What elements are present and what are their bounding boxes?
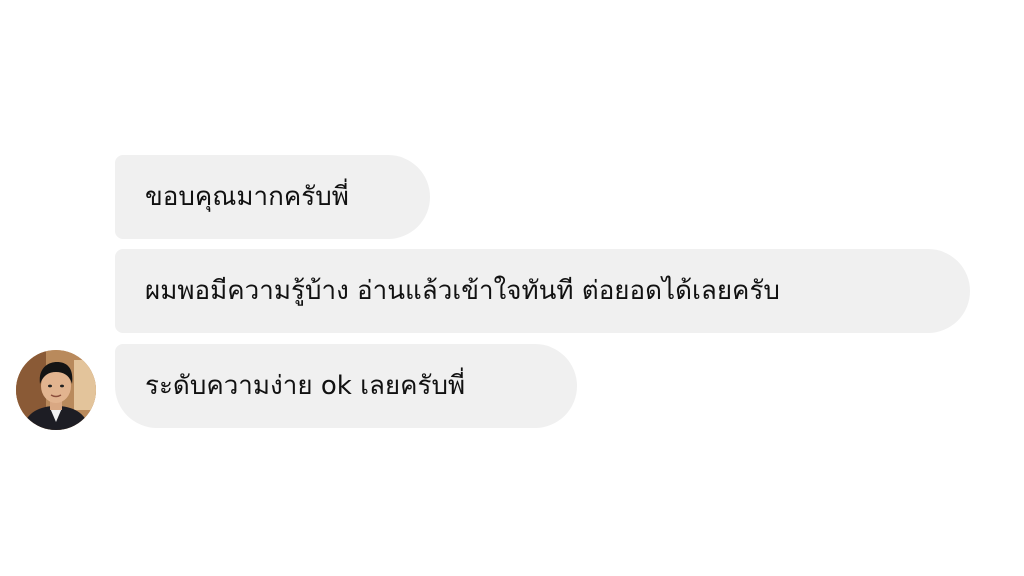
message-thread: ขอบคุณมากครับพี่ ผมพอมีความรู้บ้าง อ่านแ… [0, 0, 1024, 576]
message-bubble[interactable]: ระดับความง่าย ok เลยครับพี่ [115, 344, 577, 428]
message-bubble[interactable]: ผมพอมีความรู้บ้าง อ่านแล้วเข้าใจทันที ต่… [115, 249, 970, 333]
sender-avatar[interactable] [16, 350, 96, 430]
avatar-photo-icon [16, 350, 96, 430]
message-text: ระดับความง่าย ok เลยครับพี่ [145, 371, 466, 401]
message-bubble[interactable]: ขอบคุณมากครับพี่ [115, 155, 430, 239]
message-text: ขอบคุณมากครับพี่ [145, 182, 349, 212]
message-text: ผมพอมีความรู้บ้าง อ่านแล้วเข้าใจทันที ต่… [145, 276, 780, 306]
